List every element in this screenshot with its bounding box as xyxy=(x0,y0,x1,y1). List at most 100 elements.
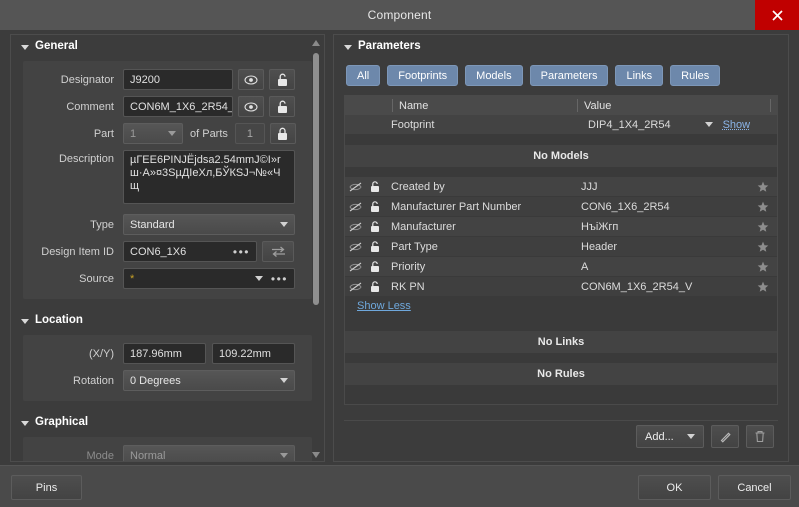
rotation-value: 0 Degrees xyxy=(130,374,181,387)
lock-toggle-5[interactable] xyxy=(365,280,385,293)
mode-row: Mode Normal xyxy=(31,445,302,461)
favorite-toggle-2[interactable] xyxy=(749,221,777,233)
footprint-row[interactable]: Footprint DIP4_1X4_2R54 Show xyxy=(345,115,777,135)
source-row: Source * ••• xyxy=(31,268,302,289)
comment-visibility-button[interactable] xyxy=(238,96,264,117)
tab-models[interactable]: Models xyxy=(465,65,523,86)
y-coordinate-input[interactable]: 109.22mm xyxy=(212,343,295,364)
tab-all[interactable]: All xyxy=(346,65,381,86)
chevron-down-icon[interactable] xyxy=(254,276,263,281)
parameter-name: Created by xyxy=(391,180,445,193)
type-select[interactable]: Standard xyxy=(123,214,295,235)
part-label: Part xyxy=(93,127,114,140)
part-lock-button[interactable] xyxy=(269,123,296,144)
parameter-row[interactable]: Part Type Header xyxy=(345,237,777,257)
design-item-id-browse-button[interactable]: ••• xyxy=(233,245,250,259)
lock-toggle-1[interactable] xyxy=(365,200,385,213)
parameter-value[interactable]: Header xyxy=(575,241,749,253)
parameter-row[interactable]: Created by JJJ xyxy=(345,177,777,197)
favorite-toggle-5[interactable] xyxy=(749,281,777,293)
parameter-value[interactable]: A xyxy=(575,261,749,273)
ok-button[interactable]: OK xyxy=(638,475,711,500)
description-textarea[interactable]: µГЕЕ6РINJЁjdsa2.54mmJ©I»rш·A»¤3SµДIеХл,Б… xyxy=(123,150,295,204)
close-button[interactable] xyxy=(755,0,799,30)
lock-toggle-0[interactable] xyxy=(365,180,385,193)
pins-button[interactable]: Pins xyxy=(11,475,82,500)
favorite-toggle-0[interactable] xyxy=(749,181,777,193)
lock-toggle-2[interactable] xyxy=(365,220,385,233)
lock-toggle-4[interactable] xyxy=(365,260,385,273)
mode-select[interactable]: Normal xyxy=(123,445,295,461)
chevron-down-icon[interactable] xyxy=(704,122,713,127)
source-browse-button[interactable]: ••• xyxy=(271,272,288,286)
tab-rules[interactable]: Rules xyxy=(670,65,721,86)
parameter-value[interactable]: CON6_1X6_2R54 xyxy=(575,201,749,213)
close-icon xyxy=(771,9,783,21)
rotation-label: Rotation xyxy=(73,374,114,387)
edit-button[interactable] xyxy=(711,425,739,448)
favorite-toggle-1[interactable] xyxy=(749,201,777,213)
tab-parameters[interactable]: Parameters xyxy=(529,65,609,86)
visibility-toggle-0[interactable] xyxy=(345,182,365,192)
scrollbar-thumb[interactable] xyxy=(313,53,319,305)
show-less-link[interactable]: Show Less xyxy=(345,297,411,312)
parameter-value[interactable]: JJJ xyxy=(575,181,749,193)
parameter-value[interactable]: CON6M_1X6_2R54_V xyxy=(575,281,749,293)
add-button[interactable]: Add... xyxy=(636,425,704,448)
section-header-general[interactable]: General xyxy=(11,35,324,57)
section-header-parameters[interactable]: Parameters xyxy=(334,35,788,57)
type-value: Standard xyxy=(130,218,175,231)
parameter-name: Priority xyxy=(391,260,426,273)
design-item-id-value: CON6_1X6 xyxy=(130,245,187,258)
tab-links[interactable]: Links xyxy=(615,65,664,86)
comment-input[interactable]: CON6M_1X6_2R54_V xyxy=(123,96,233,117)
visibility-toggle-4[interactable] xyxy=(345,262,365,272)
designator-visibility-button[interactable] xyxy=(238,69,264,90)
star-icon xyxy=(757,201,769,212)
designator-lock-button[interactable] xyxy=(269,69,295,90)
visibility-toggle-2[interactable] xyxy=(345,222,365,232)
parameter-row[interactable]: Priority A xyxy=(345,257,777,277)
section-header-location[interactable]: Location xyxy=(11,309,324,331)
visibility-toggle-1[interactable] xyxy=(345,202,365,212)
design-item-id-swap-button[interactable] xyxy=(262,241,294,262)
grid-spacer xyxy=(345,317,777,331)
footprint-value: DIP4_1X4_2R54 xyxy=(588,118,671,131)
section-header-graphical[interactable]: Graphical xyxy=(11,411,324,433)
visibility-toggle-5[interactable] xyxy=(345,282,365,292)
description-row: Description µГЕЕ6РINJЁjdsa2.54mmJ©I»rш·A… xyxy=(31,150,302,204)
parameter-row[interactable]: Manufacturer Part Number CON6_1X6_2R54 xyxy=(345,197,777,217)
rotation-select[interactable]: 0 Degrees xyxy=(123,370,295,391)
grid-header-name[interactable]: Name xyxy=(392,99,577,112)
comment-lock-button[interactable] xyxy=(269,96,295,117)
parameters-toolbar: Add... xyxy=(344,420,778,452)
lock-toggle-3[interactable] xyxy=(365,240,385,253)
grid-header-value[interactable]: Value xyxy=(577,99,770,112)
star-icon xyxy=(757,241,769,252)
scroll-down-button[interactable] xyxy=(312,451,320,459)
xy-label: (X/Y) xyxy=(88,347,114,360)
left-panel-scrollbar[interactable] xyxy=(311,39,321,459)
favorite-toggle-4[interactable] xyxy=(749,261,777,273)
scroll-up-button[interactable] xyxy=(312,39,320,47)
design-item-id-input[interactable]: CON6_1X6 ••• xyxy=(123,241,257,262)
part-select[interactable]: 1 xyxy=(123,123,183,144)
grid-header-spacer xyxy=(345,99,392,112)
favorite-toggle-3[interactable] xyxy=(749,241,777,253)
cancel-button[interactable]: Cancel xyxy=(718,475,791,500)
visibility-toggle-3[interactable] xyxy=(345,242,365,252)
triangle-up-icon xyxy=(312,40,320,46)
x-coordinate-input[interactable]: 187.96mm xyxy=(123,343,206,364)
parameter-row[interactable]: RK PN CON6M_1X6_2R54_V xyxy=(345,277,777,297)
parameters-grid: Name Value Footprint DIP4_1X4_2R54 Show … xyxy=(344,95,778,405)
tab-footprints[interactable]: Footprints xyxy=(387,65,459,86)
delete-button[interactable] xyxy=(746,425,774,448)
designator-input[interactable]: J9200 xyxy=(123,69,233,90)
footprint-show-link[interactable]: Show xyxy=(723,119,751,131)
xy-row: (X/Y) 187.96mm 109.22mm xyxy=(31,343,302,364)
eye-off-icon xyxy=(348,222,362,231)
parameter-value[interactable]: НъiЖгп xyxy=(575,221,749,233)
source-input[interactable]: * ••• xyxy=(123,268,295,289)
parameter-row[interactable]: Manufacturer НъiЖгп xyxy=(345,217,777,237)
eye-off-icon xyxy=(348,262,362,271)
